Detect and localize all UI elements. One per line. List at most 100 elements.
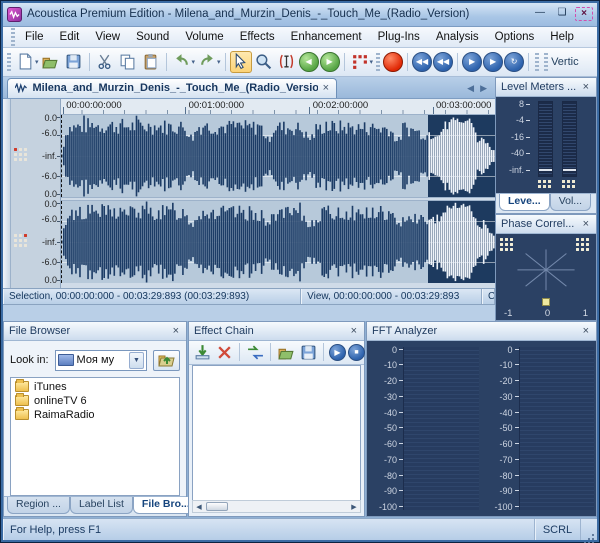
waveform-editor[interactable]: 0.0 -6.0 -inf. -6.0 0.0 0.0 -6.0 -inf. -… xyxy=(3,99,495,289)
new-button[interactable] xyxy=(14,51,36,73)
tab-region-list[interactable]: Region ... xyxy=(7,497,70,514)
tab-level-meters[interactable]: Leve... xyxy=(499,194,550,211)
apply-chain-button[interactable] xyxy=(245,342,265,362)
previous-button[interactable]: ◀ xyxy=(299,52,319,72)
loop-button[interactable]: ↻ xyxy=(504,52,524,72)
minimize-button[interactable]: — xyxy=(531,7,549,21)
tab-scroll-left-icon[interactable]: ◀ xyxy=(467,83,474,94)
file-browser-panel: File Browser × Look in: Моя му ▼ iTun xyxy=(3,321,187,517)
play-button[interactable]: ▶ xyxy=(462,52,482,72)
resize-grip[interactable] xyxy=(581,519,597,540)
paste-button[interactable] xyxy=(140,51,162,73)
select-tool-button[interactable] xyxy=(230,51,252,73)
phase-close-icon[interactable]: × xyxy=(581,218,591,230)
phase-options-left-icon[interactable] xyxy=(500,238,516,254)
menu-enhancement[interactable]: Enhancement xyxy=(283,29,370,45)
menu-file[interactable]: File xyxy=(17,29,52,45)
play-cursor-button[interactable]: ▶ xyxy=(483,52,503,72)
rewind-button[interactable]: ◀◀ xyxy=(433,52,453,72)
effect-chain-list[interactable] xyxy=(192,365,361,500)
preview-stop-button[interactable]: ■ xyxy=(348,344,365,361)
open-button[interactable] xyxy=(40,51,62,73)
add-effect-button[interactable] xyxy=(192,342,212,362)
menu-help[interactable]: Help xyxy=(542,29,582,45)
block-select-button[interactable] xyxy=(349,51,371,73)
close-button[interactable]: × xyxy=(575,7,593,21)
scrub-tool-button[interactable] xyxy=(276,51,298,73)
tab-volume[interactable]: Vol... xyxy=(550,194,591,211)
delete-x-icon xyxy=(216,344,233,361)
scroll-right-icon[interactable]: ▶ xyxy=(348,501,360,512)
playback-cursor[interactable] xyxy=(61,115,62,197)
left-meter-options-icon[interactable] xyxy=(538,180,552,192)
amplitude-gutter: 0.0 -6.0 -inf. -6.0 0.0 0.0 -6.0 -inf. -… xyxy=(11,99,61,288)
time-ruler[interactable]: 00:00:00:000 00:01:00:000 00:02:00:000 0… xyxy=(61,99,495,115)
tab-pager: ◀ ▶ xyxy=(467,83,495,98)
left-splitter[interactable] xyxy=(3,99,11,288)
channel1-waveform[interactable] xyxy=(61,115,495,197)
effect-chain-hscrollbar[interactable]: ◀ ▶ xyxy=(192,500,361,513)
channel2-select-icon[interactable] xyxy=(14,234,30,250)
preview-play-button[interactable]: ▶ xyxy=(329,344,346,361)
menu-effects[interactable]: Effects xyxy=(232,29,283,45)
toolbar-grip[interactable] xyxy=(7,53,11,71)
undo-button[interactable] xyxy=(171,51,193,73)
effect-chain-close-icon[interactable]: × xyxy=(349,325,359,337)
tab-scroll-right-icon[interactable]: ▶ xyxy=(480,83,487,94)
delete-effect-button[interactable] xyxy=(214,342,234,362)
tab-close-icon[interactable]: × xyxy=(323,82,329,94)
channel1-select-icon[interactable] xyxy=(14,148,30,164)
menu-plugins[interactable]: Plug-Ins xyxy=(370,29,428,45)
look-in-combobox[interactable]: Моя му ▼ xyxy=(55,350,147,371)
menu-volume[interactable]: Volume xyxy=(177,29,231,45)
level-meters-title-bar[interactable]: Level Meters ... × xyxy=(496,78,596,97)
level-meter-scale: 8 -4 -16 -40 -inf. xyxy=(496,99,530,182)
channel2-waveform[interactable] xyxy=(61,201,495,283)
maximize-button[interactable]: ❏ xyxy=(553,7,571,21)
save-chain-button[interactable] xyxy=(298,342,318,362)
combo-dropdown-icon[interactable]: ▼ xyxy=(129,352,144,369)
menu-view[interactable]: View xyxy=(87,29,128,45)
phase-marker xyxy=(542,298,550,306)
record-button[interactable] xyxy=(383,52,403,72)
playback-cursor-2[interactable] xyxy=(61,201,62,283)
file-browser-close-icon[interactable]: × xyxy=(171,325,181,337)
folder-up-button[interactable] xyxy=(153,350,180,371)
toolbar-grip-3[interactable] xyxy=(535,53,539,71)
effect-chain-title-bar[interactable]: Effect Chain × xyxy=(189,322,364,341)
folder-list[interactable]: iTunes onlineTV 6 RaimaRadio xyxy=(10,377,180,496)
menu-options[interactable]: Options xyxy=(487,29,543,45)
level-meters-close-icon[interactable]: × xyxy=(581,81,591,93)
fft-close-icon[interactable]: × xyxy=(581,325,591,337)
waveform-plot[interactable]: 00:00:00:000 00:01:00:000 00:02:00:000 0… xyxy=(61,99,495,288)
save-button[interactable] xyxy=(63,51,85,73)
scroll-thumb[interactable] xyxy=(206,502,228,511)
list-item[interactable]: iTunes xyxy=(11,380,179,394)
menu-edit[interactable]: Edit xyxy=(52,29,88,45)
toolbar-grip-2[interactable] xyxy=(376,53,380,71)
go-to-start-button[interactable]: ◀◀ xyxy=(412,52,432,72)
phase-title-bar[interactable]: Phase Correl... × xyxy=(496,215,596,234)
menu-analysis[interactable]: Analysis xyxy=(428,29,487,45)
fft-left-channel: 0-10-20-30-40-50-60-70-80-90-100 xyxy=(367,343,481,514)
list-item[interactable]: onlineTV 6 xyxy=(11,394,179,408)
list-item[interactable]: RaimaRadio xyxy=(11,408,179,422)
toolbar-grip-4[interactable] xyxy=(544,53,548,71)
copy-button[interactable] xyxy=(117,51,139,73)
open-chain-button[interactable] xyxy=(276,342,296,362)
tab-label-list[interactable]: Label List xyxy=(70,497,133,514)
redo-button[interactable] xyxy=(196,51,218,73)
zoom-tool-button[interactable] xyxy=(253,51,275,73)
folder-icon xyxy=(15,381,29,392)
next-button[interactable]: ▶ xyxy=(320,52,340,72)
fft-title-bar[interactable]: FFT Analyzer × xyxy=(367,322,596,341)
menu-sound[interactable]: Sound xyxy=(128,29,177,45)
cut-button[interactable] xyxy=(94,51,116,73)
scroll-left-icon[interactable]: ◀ xyxy=(193,501,205,512)
document-tab[interactable]: Milena_and_Murzin_Denis_-_Touch_Me_(Radi… xyxy=(7,78,337,98)
effect-chain-toolbar: ▶ ■ xyxy=(189,341,364,365)
phase-options-right-icon[interactable] xyxy=(576,238,592,254)
right-meter-options-icon[interactable] xyxy=(562,180,576,192)
document-tab-bar: Milena_and_Murzin_Denis_-_Touch_Me_(Radi… xyxy=(3,77,495,99)
file-browser-title-bar[interactable]: File Browser × xyxy=(4,322,186,341)
